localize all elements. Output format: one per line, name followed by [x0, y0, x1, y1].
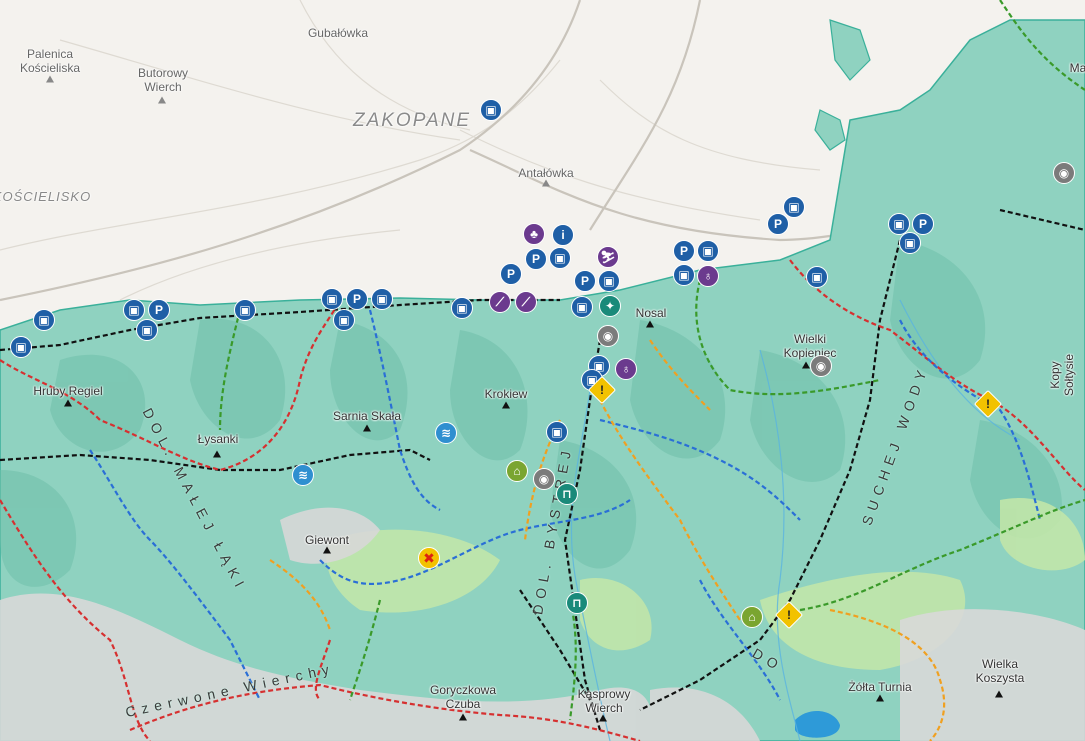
- label-krokiew: Krokiew: [484, 387, 528, 401]
- label-wielka-koszysta: Wielka Koszysta: [975, 657, 1025, 685]
- bus-stop-icon[interactable]: ▣: [806, 266, 828, 288]
- peak-marker: [995, 690, 1003, 698]
- label-wielki-kopieniec: Wielki Kopieniec: [783, 332, 837, 360]
- bus-stop-icon[interactable]: ▣: [371, 288, 393, 310]
- label-goryczkowa-czuba: Goryczkowa Czuba: [429, 683, 497, 711]
- bus-stop-icon[interactable]: ▣: [673, 264, 695, 286]
- label-koscielisko: KOŚCIELISKO: [0, 189, 92, 204]
- label-lysanki: Łysanki: [197, 432, 239, 446]
- viewpoint-icon[interactable]: ◉: [597, 325, 619, 347]
- waterfall-icon[interactable]: ≋: [435, 422, 457, 444]
- peak-marker: [213, 450, 221, 458]
- bus-stop-icon[interactable]: ▣: [480, 99, 502, 121]
- parking-icon[interactable]: P: [525, 248, 547, 270]
- viewpoint-icon[interactable]: ◉: [533, 468, 555, 490]
- bus-stop-icon[interactable]: ▣: [333, 309, 355, 331]
- bus-stop-icon[interactable]: ▣: [783, 196, 805, 218]
- ski-lift-icon[interactable]: ♁: [697, 265, 719, 287]
- label-butorowy-wierch: Butorowy Wierch: [137, 66, 189, 94]
- peak-marker: [876, 694, 884, 702]
- peak-marker: [363, 424, 371, 432]
- bus-stop-icon[interactable]: ▣: [451, 297, 473, 319]
- bus-stop-icon[interactable]: ▣: [321, 288, 343, 310]
- parking-icon[interactable]: P: [673, 240, 695, 262]
- ski-lift-icon[interactable]: ⛷: [597, 246, 619, 268]
- label-ma-edge: Ma: [1069, 61, 1085, 75]
- waterfall-icon[interactable]: ≋: [292, 464, 314, 486]
- label-palenica-koscieliska: Palenica Kościeliska: [19, 47, 81, 75]
- parking-icon[interactable]: P: [148, 299, 170, 321]
- map-view[interactable]: Palenica Kościeliska Gubałówka Butorowy …: [0, 0, 1085, 741]
- bus-stop-icon[interactable]: ▣: [549, 247, 571, 269]
- peak-marker: [802, 361, 810, 369]
- peak-marker: [46, 75, 54, 83]
- parking-icon[interactable]: P: [767, 213, 789, 235]
- parking-icon[interactable]: P: [346, 288, 368, 310]
- shelter-icon[interactable]: ⌂: [741, 606, 763, 628]
- ski-icon[interactable]: ⟋: [489, 291, 511, 313]
- bus-stop-icon[interactable]: ▣: [546, 421, 568, 443]
- bus-stop-icon[interactable]: ▣: [234, 299, 256, 321]
- cable-car-icon[interactable]: ⊓: [566, 592, 588, 614]
- label-antalowka: Antałówka: [518, 166, 574, 180]
- peak-marker: [64, 399, 72, 407]
- label-nosal: Nosal: [635, 306, 667, 320]
- parking-icon[interactable]: P: [912, 213, 934, 235]
- peak-marker: [158, 96, 166, 104]
- peak-marker: [502, 401, 510, 409]
- bus-stop-icon[interactable]: ▣: [10, 336, 32, 358]
- peak-marker: [646, 320, 654, 328]
- peak-marker: [542, 179, 550, 187]
- park-entrance-icon[interactable]: ✦: [599, 295, 621, 317]
- bus-stop-icon[interactable]: ▣: [123, 299, 145, 321]
- label-zolta-turnia: Żółta Turnia: [848, 680, 912, 694]
- label-kopy-soltysie: Kopy Sołtysie: [1048, 353, 1076, 397]
- parking-icon[interactable]: P: [574, 270, 596, 292]
- bus-stop-icon[interactable]: ▣: [697, 240, 719, 262]
- label-hruby-regiel: Hruby Regiel: [33, 384, 103, 398]
- label-sarnia-skala: Sarnia Skała: [332, 409, 402, 423]
- bus-stop-icon[interactable]: ▣: [136, 319, 158, 341]
- ski-icon[interactable]: ⟋: [515, 291, 537, 313]
- bus-stop-icon[interactable]: ▣: [33, 309, 55, 331]
- bus-stop-icon[interactable]: ▣: [598, 270, 620, 292]
- peak-marker: [323, 546, 331, 554]
- tree-icon[interactable]: ♣: [523, 223, 545, 245]
- info-icon[interactable]: i: [552, 224, 574, 246]
- bus-stop-icon[interactable]: ▣: [571, 296, 593, 318]
- parking-icon[interactable]: P: [500, 263, 522, 285]
- label-gubalowka: Gubałówka: [307, 26, 369, 40]
- label-kasprowy-wierch: Kasprowy Wierch: [577, 687, 631, 715]
- viewpoint-icon[interactable]: ◉: [1053, 162, 1075, 184]
- peak-marker: [459, 713, 467, 721]
- label-giewont: Giewont: [304, 533, 350, 547]
- peak-marker: [599, 714, 607, 722]
- cable-car-icon[interactable]: ⊓: [556, 483, 578, 505]
- bus-stop-icon[interactable]: ▣: [899, 232, 921, 254]
- viewpoint-icon[interactable]: ◉: [810, 355, 832, 377]
- label-zakopane: ZAKOPANE: [352, 110, 472, 131]
- closed-trail-icon[interactable]: ✖: [418, 547, 440, 569]
- shelter-icon[interactable]: ⌂: [506, 460, 528, 482]
- ski-lift-icon[interactable]: ♁: [615, 358, 637, 380]
